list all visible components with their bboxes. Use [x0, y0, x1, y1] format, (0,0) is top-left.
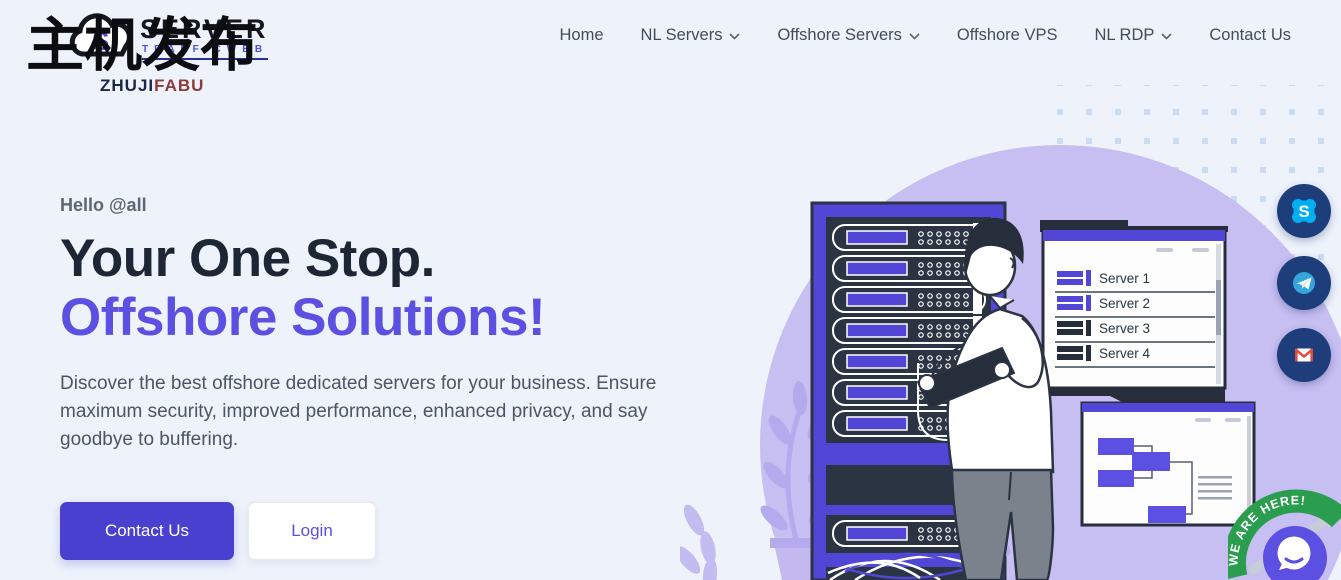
- nav-item-home[interactable]: Home: [560, 26, 604, 45]
- email-button[interactable]: [1277, 328, 1331, 382]
- server-label: Server 1: [1099, 271, 1150, 286]
- header: S SERVER TRAFFICWEB 主机发布 ZHUJIFABU Home …: [0, 0, 1341, 110]
- nav-item-contact-us[interactable]: Contact Us: [1209, 26, 1291, 45]
- telegram-button[interactable]: [1277, 256, 1331, 310]
- login-button[interactable]: Login: [248, 502, 376, 560]
- telegram-icon: [1288, 267, 1320, 299]
- server-label: Server 4: [1099, 346, 1151, 361]
- hero-greeting: Hello @all: [60, 195, 680, 216]
- chat-bubble-button[interactable]: [1263, 526, 1327, 580]
- skype-button[interactable]: S: [1277, 184, 1331, 238]
- server-list-window: Server 1 Server 2 Server 3: [1040, 220, 1228, 403]
- hero-description: Discover the best offshore dedicated ser…: [60, 370, 660, 454]
- brand-chinese-text: 主机发布: [26, 14, 258, 78]
- page: Server 1 Server 2 Server 3: [0, 0, 1341, 580]
- brand-pinyin-text: ZHUJIFABU: [100, 76, 204, 96]
- nav-item-nl-servers[interactable]: NL Servers: [641, 26, 741, 45]
- hero-title-line1: Your One Stop.: [60, 230, 680, 288]
- cta-row: Contact Us Login: [60, 502, 680, 560]
- server-label: Server 3: [1099, 321, 1150, 336]
- brand-logo[interactable]: S SERVER TRAFFICWEB 主机发布 ZHUJIFABU: [18, 4, 328, 108]
- nav-item-offshore-vps[interactable]: Offshore VPS: [957, 26, 1058, 45]
- chevron-down-icon: [1161, 33, 1172, 40]
- social-bar: S: [1277, 184, 1331, 400]
- server-label: Server 2: [1099, 296, 1150, 311]
- chat-widget: WE ARE HERE!: [1228, 480, 1341, 580]
- email-icon: [1288, 339, 1320, 371]
- plant-left-outer: [680, 502, 718, 580]
- chevron-down-icon: [909, 33, 920, 40]
- nav-item-offshore-servers[interactable]: Offshore Servers: [777, 26, 919, 45]
- svg-text:S: S: [1298, 202, 1309, 221]
- chat-widget-graphic: WE ARE HERE!: [1228, 480, 1341, 580]
- chevron-down-icon: [729, 33, 740, 40]
- main-nav: Home NL Servers Offshore Servers Offshor…: [560, 0, 1291, 70]
- contact-us-button[interactable]: Contact Us: [60, 502, 234, 560]
- skype-icon: S: [1288, 195, 1320, 227]
- nav-item-nl-rdp[interactable]: NL RDP: [1094, 26, 1172, 45]
- hero-section: Hello @all Your One Stop. Offshore Solut…: [60, 195, 680, 560]
- hero-title-line2: Offshore Solutions!: [60, 288, 680, 347]
